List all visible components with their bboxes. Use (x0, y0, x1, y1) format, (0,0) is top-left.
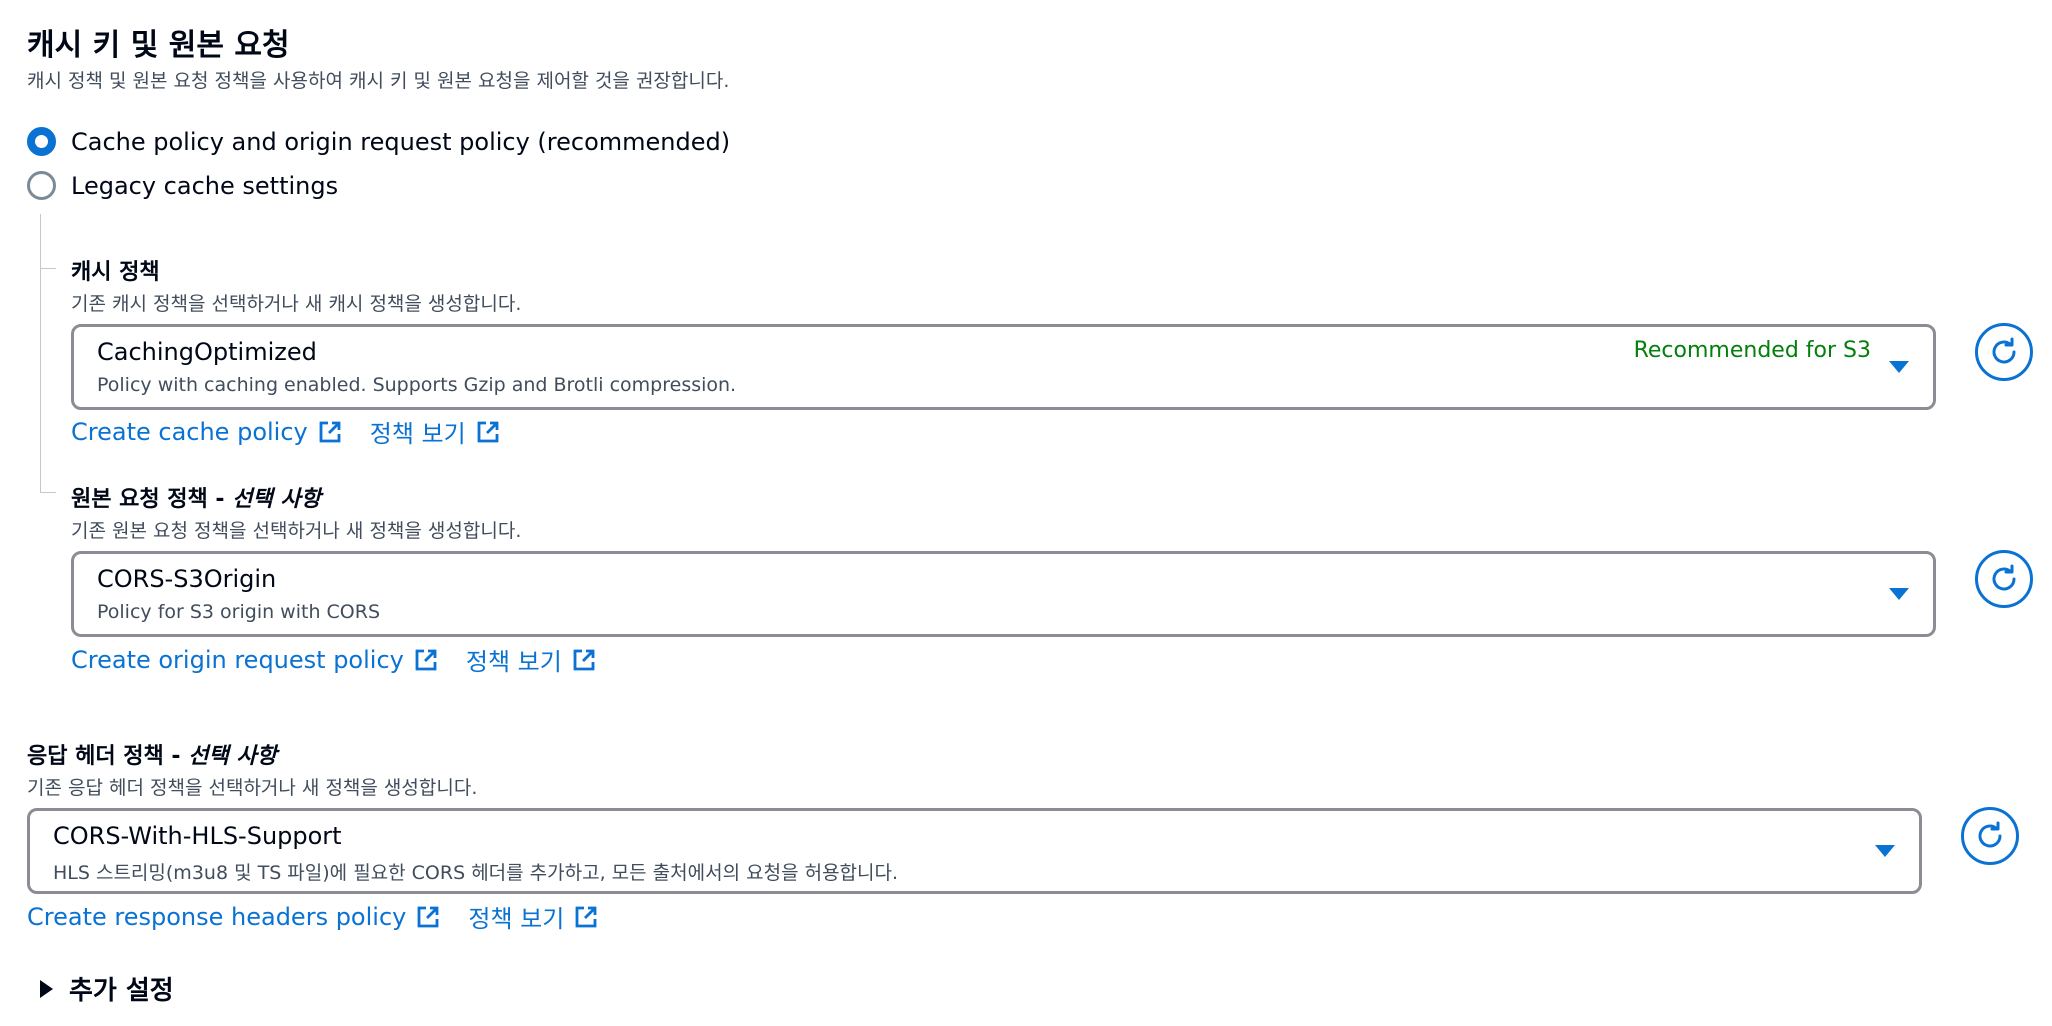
external-link-icon (477, 421, 499, 442)
external-link-icon (575, 906, 597, 927)
tree-connector-line (40, 214, 41, 492)
tree-connector-branch (40, 492, 56, 493)
cache-policy-description: 기존 캐시 정책을 선택하거나 새 캐시 정책을 생성합니다. (71, 293, 522, 315)
response-headers-policy-description: 기존 응답 헤더 정책을 선택하거나 새 정책을 생성합니다. (27, 777, 478, 799)
section-title: 캐시 키 및 원본 요청 (27, 28, 290, 63)
response-headers-policy-select[interactable]: CORS-With-HLS-Support HLS 스트리밍(m3u8 및 TS… (27, 808, 1922, 894)
label-text: 응답 헤더 정책 - (27, 744, 189, 769)
radio-label: Legacy cache settings (71, 171, 339, 200)
response-headers-policy-links: Create response headers policy 정책 보기 (27, 899, 626, 934)
caret-down-icon (1889, 588, 1909, 600)
refresh-icon (1978, 821, 2002, 848)
link-text: Create origin request policy (71, 645, 404, 674)
additional-settings-label: 추가 설정 (69, 976, 174, 1006)
external-link-icon (573, 649, 595, 670)
radio-option-cache-policy[interactable]: Cache policy and origin request policy (… (27, 127, 730, 156)
create-origin-request-policy-link[interactable]: Create origin request policy (71, 646, 438, 674)
refresh-cache-policy-button[interactable] (1975, 323, 2033, 381)
link-text: Create cache policy (71, 417, 308, 446)
view-response-headers-policy-link[interactable]: 정책 보기 (468, 899, 598, 934)
cache-policy-links: Create cache policy 정책 보기 (71, 414, 528, 449)
origin-request-policy-links: Create origin request policy 정책 보기 (71, 642, 624, 677)
caret-down-icon (1875, 845, 1895, 857)
caret-down-icon (1889, 361, 1909, 373)
link-text: Create response headers policy (27, 902, 407, 931)
tree-connector-branch (40, 268, 56, 269)
create-cache-policy-link[interactable]: Create cache policy (71, 418, 342, 446)
refresh-icon (1992, 564, 2016, 591)
refresh-origin-request-policy-button[interactable] (1975, 550, 2033, 608)
link-text: 정책 보기 (369, 420, 466, 448)
additional-settings-expander[interactable]: 추가 설정 (40, 970, 174, 1007)
radio-label: Cache policy and origin request policy (… (71, 127, 731, 156)
recommended-tag: Recommended for S3 (1633, 338, 1871, 363)
response-headers-policy-label: 응답 헤더 정책 - 선택 사항 (27, 738, 277, 770)
refresh-response-headers-policy-button[interactable] (1961, 807, 2019, 865)
create-response-headers-policy-link[interactable]: Create response headers policy (27, 903, 440, 931)
radio-button-selected[interactable] (27, 127, 56, 156)
link-text: 정책 보기 (468, 905, 565, 933)
optional-label: 선택 사항 (232, 487, 321, 512)
select-value: CORS-S3Origin (97, 565, 277, 593)
caret-right-icon (40, 979, 53, 998)
section-description: 캐시 정책 및 원본 요청 정책을 사용하여 캐시 키 및 원본 요청을 제어할… (27, 70, 730, 92)
link-text: 정책 보기 (465, 648, 562, 676)
optional-label: 선택 사항 (188, 744, 277, 769)
view-origin-request-policy-link[interactable]: 정책 보기 (466, 642, 596, 677)
refresh-icon (1992, 337, 2016, 364)
origin-request-policy-description: 기존 원본 요청 정책을 선택하거나 새 정책을 생성합니다. (71, 520, 522, 542)
select-value-description: HLS 스트리밍(m3u8 및 TS 파일)에 필요한 CORS 헤더를 추가하… (53, 862, 899, 884)
origin-request-policy-label: 원본 요청 정책 - 선택 사항 (71, 481, 321, 513)
select-value: CORS-With-HLS-Support (53, 822, 342, 850)
radio-option-legacy[interactable]: Legacy cache settings (27, 171, 338, 200)
label-text: 원본 요청 정책 - (71, 487, 233, 512)
cache-policy-label: 캐시 정책 (71, 260, 160, 285)
select-value-description: Policy with caching enabled. Supports Gz… (97, 374, 737, 396)
external-link-icon (319, 421, 341, 442)
origin-request-policy-select[interactable]: CORS-S3Origin Policy for S3 origin with … (71, 551, 1936, 637)
cache-policy-select[interactable]: CachingOptimized Policy with caching ena… (71, 324, 1936, 410)
select-value: CachingOptimized (97, 338, 317, 366)
radio-button[interactable] (27, 171, 56, 200)
select-value-description: Policy for S3 origin with CORS (97, 601, 381, 623)
external-link-icon (415, 649, 437, 670)
view-cache-policy-link[interactable]: 정책 보기 (370, 414, 500, 449)
external-link-icon (417, 906, 439, 927)
